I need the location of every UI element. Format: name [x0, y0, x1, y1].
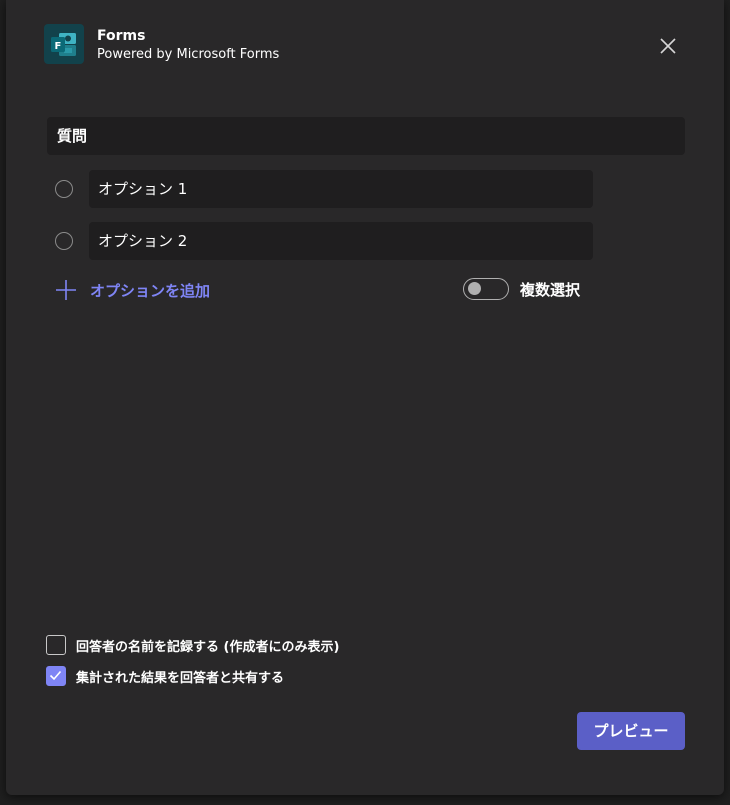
multi-select-control: 複数選択 — [463, 278, 580, 300]
option-input-1[interactable]: オプション 1 — [89, 170, 593, 208]
record-names-label: 回答者の名前を記録する (作成者にのみ表示) — [76, 639, 340, 655]
forms-logo-icon: F — [44, 24, 84, 64]
add-option-label: オプションを追加 — [90, 281, 211, 300]
option-row-2: オプション 2 — [55, 222, 593, 260]
svg-text:F: F — [55, 41, 62, 52]
close-icon — [660, 38, 676, 54]
share-results-label: 集計された結果を回答者と共有する — [76, 670, 285, 686]
option-radio-2[interactable] — [55, 232, 73, 250]
close-button[interactable] — [656, 34, 680, 58]
option-input-2[interactable]: オプション 2 — [89, 222, 593, 260]
option-row-1: オプション 1 — [55, 170, 593, 208]
plus-icon — [56, 280, 76, 300]
dialog-header: F Forms Powered by Microsoft Forms — [44, 24, 279, 64]
toggle-knob — [468, 282, 481, 295]
add-option-button[interactable]: オプションを追加 — [54, 278, 210, 302]
preview-button[interactable]: プレビュー — [577, 712, 685, 750]
app-title: Forms — [97, 28, 146, 44]
share-results-setting[interactable]: 集計された結果を回答者と共有する — [46, 666, 284, 686]
multi-select-label: 複数選択 — [520, 280, 581, 299]
forms-dialog: F Forms Powered by Microsoft Forms 質問 オプ… — [6, 0, 724, 795]
checkmark-icon — [49, 670, 62, 681]
record-names-setting[interactable]: 回答者の名前を記録する (作成者にのみ表示) — [46, 635, 339, 655]
option-radio-1[interactable] — [55, 180, 73, 198]
share-results-checkbox[interactable] — [46, 666, 66, 686]
record-names-checkbox[interactable] — [46, 635, 66, 655]
multi-select-toggle[interactable] — [463, 278, 509, 300]
question-input[interactable]: 質問 — [47, 117, 685, 155]
app-subtitle: Powered by Microsoft Forms — [97, 47, 280, 62]
